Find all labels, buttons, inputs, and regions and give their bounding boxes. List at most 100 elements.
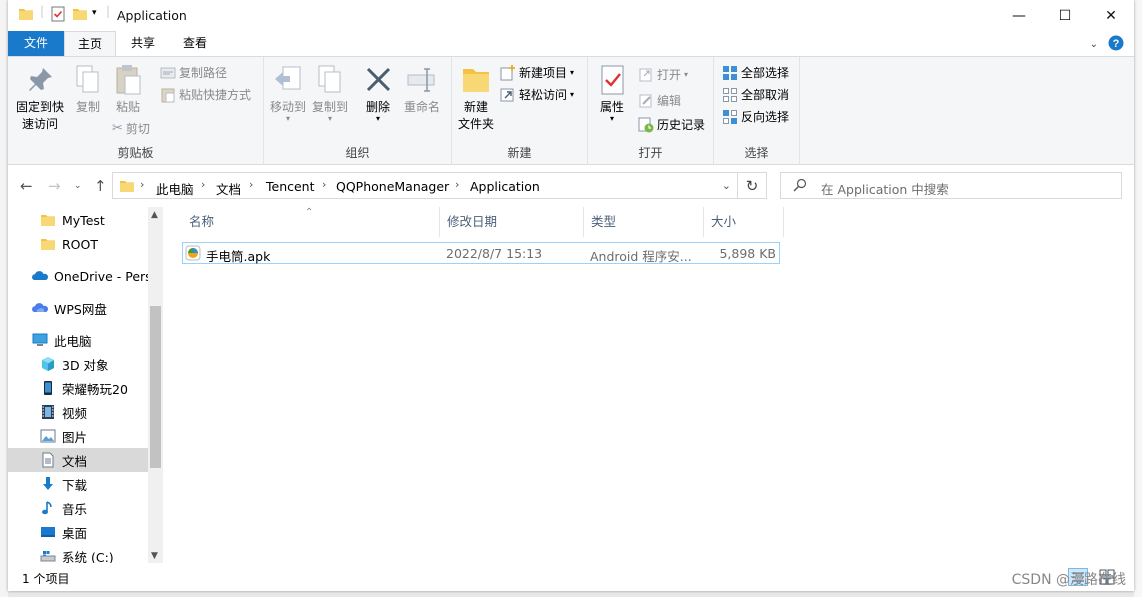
maximize-button[interactable]: ☐: [1042, 0, 1088, 31]
recent-locations-icon[interactable]: ⌄: [74, 181, 82, 191]
select-all-button[interactable]: 全部选择: [722, 63, 789, 83]
copy-to-icon: [313, 63, 347, 97]
address-row: ← → ⌄ ↑ › 此电脑 › 文档 › Tencent › QQPhoneMa…: [8, 165, 1134, 207]
paste-button[interactable]: 粘贴: [110, 63, 146, 116]
new-folder-quick-icon[interactable]: [72, 6, 88, 24]
scroll-down-icon[interactable]: ▼: [151, 551, 158, 561]
file-type: Android 程序安...: [590, 249, 692, 264]
nav-scrollbar[interactable]: ▲ ▼: [148, 207, 163, 563]
history-icon: [638, 117, 654, 133]
column-header-size[interactable]: 大小: [704, 207, 784, 237]
address-bar[interactable]: › 此电脑 › 文档 › Tencent › QQPhoneManager › …: [112, 172, 738, 199]
nav-item-music[interactable]: 音乐: [8, 496, 163, 520]
open-button[interactable]: 打开 ▾: [638, 65, 688, 85]
nav-item-documents[interactable]: 文档: [8, 448, 163, 472]
breadcrumb-qqphonemanager[interactable]: QQPhoneManager: [336, 179, 449, 194]
minimize-button[interactable]: —: [996, 0, 1042, 31]
tab-file[interactable]: 文件: [8, 31, 64, 56]
scissors-icon: ✂: [112, 121, 123, 136]
background-left: [0, 0, 8, 597]
copy-button[interactable]: 复制: [70, 63, 106, 116]
nav-item-label: 荣耀畅玩20: [62, 381, 128, 397]
nav-item-desktop[interactable]: 桌面: [8, 520, 163, 544]
scroll-thumb[interactable]: [150, 306, 161, 468]
ribbon: 固定到快 速访问 复制 粘贴 复制路径 粘贴快捷方式 ✂ 剪切 剪贴板 移动到 …: [8, 56, 1134, 165]
rename-label: 重命名: [403, 100, 440, 114]
breadcrumb-documents[interactable]: 文档: [216, 179, 241, 198]
phone-icon: [40, 380, 56, 396]
breadcrumb-this-pc[interactable]: 此电脑: [156, 179, 194, 198]
nav-item-onedrive[interactable]: OneDrive - Perso: [8, 264, 163, 288]
breadcrumb-tencent[interactable]: Tencent: [266, 179, 315, 194]
up-arrow-icon[interactable]: ↑: [94, 177, 107, 195]
edit-button[interactable]: 编辑: [638, 91, 681, 111]
rename-button[interactable]: 重命名: [400, 63, 444, 116]
nav-item-phone[interactable]: 荣耀畅玩20: [8, 376, 163, 400]
drive-icon: [40, 548, 56, 563]
move-to-button[interactable]: 移动到 ▾: [268, 63, 308, 123]
nav-item-this-pc[interactable]: 此电脑: [8, 328, 163, 352]
refresh-button[interactable]: ↻: [737, 172, 767, 199]
scroll-up-icon[interactable]: ▲: [151, 210, 158, 220]
properties-quick-icon[interactable]: [50, 6, 66, 24]
history-button[interactable]: 历史记录: [638, 115, 705, 135]
nav-item-wps-cloud[interactable]: WPS网盘: [8, 296, 163, 320]
move-to-icon: [271, 63, 305, 97]
forward-arrow-icon[interactable]: →: [48, 177, 61, 195]
breadcrumb-application[interactable]: Application: [470, 179, 540, 194]
cut-button[interactable]: ✂ 剪切: [112, 119, 150, 139]
copy-path-button[interactable]: 复制路径: [160, 63, 227, 83]
nav-item-root[interactable]: ROOT: [8, 232, 163, 256]
select-none-label: 全部取消: [741, 88, 790, 102]
column-header-type[interactable]: 类型: [584, 207, 704, 237]
new-item-button[interactable]: 新建项目 ▾: [500, 63, 574, 83]
help-icon[interactable]: ?: [1108, 35, 1124, 54]
nav-item-drive-c[interactable]: 系统 (C:): [8, 544, 163, 563]
nav-item-mytest[interactable]: MyTest: [8, 208, 163, 232]
nav-item-label: ROOT: [62, 236, 98, 252]
select-none-button[interactable]: 全部取消: [722, 85, 789, 105]
copy-to-button[interactable]: 复制到 ▾: [310, 63, 350, 123]
invert-selection-button[interactable]: 反向选择: [722, 107, 789, 127]
invert-selection-label: 反向选择: [741, 110, 790, 124]
nav-item-pictures[interactable]: 图片: [8, 424, 163, 448]
close-button[interactable]: ✕: [1088, 0, 1134, 31]
title-bar: | ▾ | Application — ☐ ✕: [8, 0, 1134, 31]
search-box[interactable]: 在 Application 中搜索: [780, 172, 1122, 199]
tab-share[interactable]: 共享: [120, 31, 166, 56]
documents-icon: [40, 452, 56, 468]
ribbon-tabs: 文件 主页 共享 查看 ⌄ ?: [8, 31, 1134, 56]
new-folder-button[interactable]: 新建 文件夹: [454, 63, 498, 133]
nav-item-downloads[interactable]: 下载: [8, 472, 163, 496]
file-row[interactable]: 手电筒.apk 2022/8/7 15:13 Android 程序安... 5,…: [182, 242, 780, 264]
address-dropdown-icon[interactable]: ⌄: [722, 179, 731, 192]
column-header-modified[interactable]: 修改日期: [440, 207, 584, 237]
pin-to-quick-access-button[interactable]: 固定到快 速访问: [12, 63, 68, 133]
nav-item-label: 文档: [62, 453, 88, 469]
delete-button[interactable]: 删除 ▾: [360, 63, 396, 123]
breadcrumb-separator-icon[interactable]: ›: [455, 178, 459, 191]
breadcrumb-separator-icon[interactable]: ›: [201, 178, 205, 191]
paste-icon: [111, 63, 145, 97]
properties-button[interactable]: 属性 ▾: [592, 63, 632, 123]
column-header-name[interactable]: 名称: [182, 207, 440, 237]
nav-item-label: 音乐: [62, 501, 88, 517]
customize-qat-icon[interactable]: ▾: [92, 8, 97, 26]
file-list: ⌃ 名称 修改日期 类型 大小 手电筒.apk 2022/8/7 15:13 A…: [163, 207, 1134, 563]
easy-access-button[interactable]: 轻松访问 ▾: [500, 85, 574, 105]
expand-ribbon-icon[interactable]: ⌄: [1090, 39, 1098, 50]
back-arrow-icon[interactable]: ←: [20, 177, 33, 195]
nav-item-3d-objects[interactable]: 3D 对象: [8, 352, 163, 376]
this-pc-icon: [32, 332, 48, 348]
nav-item-videos[interactable]: 视频: [8, 400, 163, 424]
group-open: 属性 ▾ 打开 ▾ 编辑 历史记录 打开: [588, 57, 714, 165]
breadcrumb-separator-icon[interactable]: ›: [140, 178, 144, 191]
tab-view[interactable]: 查看: [170, 31, 220, 56]
breadcrumb-separator-icon[interactable]: ›: [249, 178, 253, 191]
paste-shortcut-button[interactable]: 粘贴快捷方式: [160, 85, 251, 105]
tab-home[interactable]: 主页: [64, 31, 116, 56]
breadcrumb-separator-icon[interactable]: ›: [322, 178, 326, 191]
group-label-open: 打开: [638, 146, 663, 160]
group-new: 新建 文件夹 新建项目 ▾ 轻松访问 ▾ 新建: [452, 57, 588, 165]
new-folder-label: 新建 文件夹: [457, 100, 494, 131]
